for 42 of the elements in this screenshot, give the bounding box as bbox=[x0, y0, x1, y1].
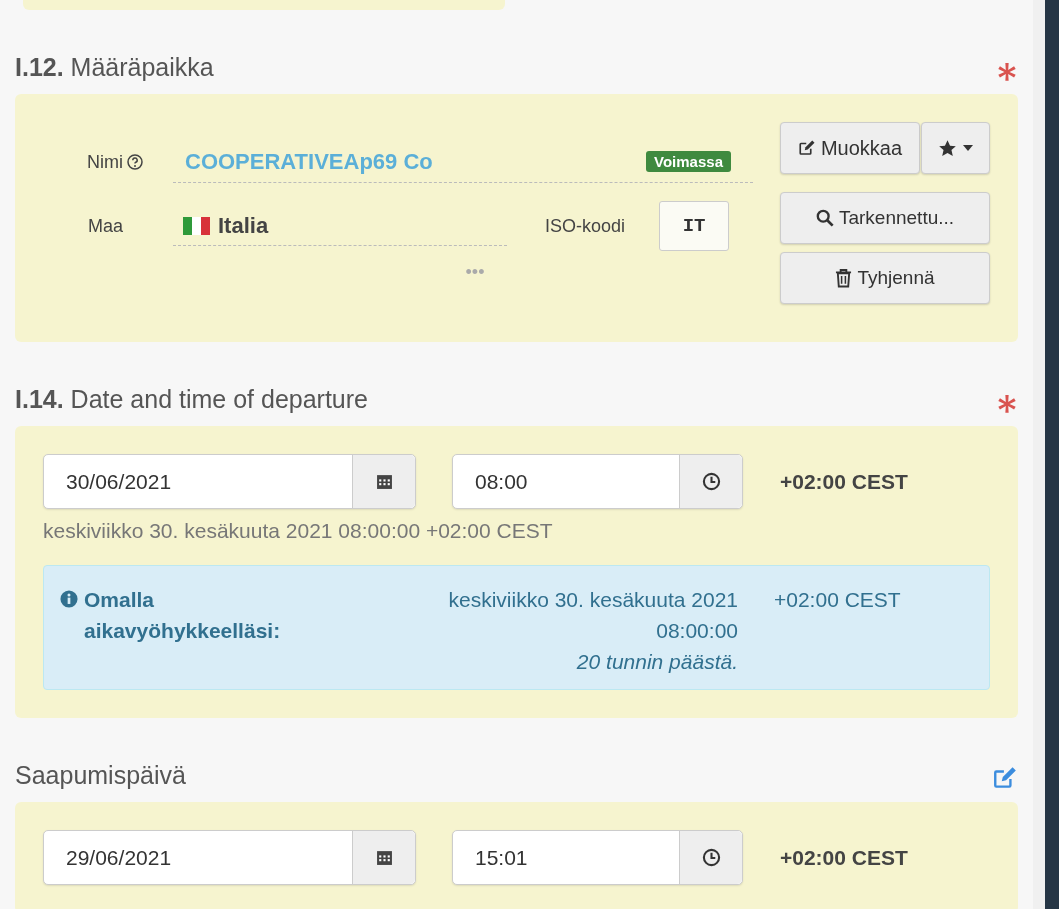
field-label: ISO-koodi bbox=[545, 215, 626, 237]
star-icon bbox=[938, 138, 957, 158]
edit-icon[interactable] bbox=[992, 765, 1018, 791]
country-value: Italia bbox=[218, 212, 269, 239]
calendar-icon bbox=[375, 849, 393, 866]
help-icon[interactable] bbox=[127, 154, 143, 170]
time-input[interactable]: 15:01 bbox=[452, 830, 743, 885]
edit-button[interactable]: Muokkaa bbox=[780, 122, 920, 174]
iso-code-field: IT bbox=[659, 201, 730, 251]
search-icon bbox=[815, 209, 834, 227]
date-input[interactable]: 30/06/2021 bbox=[43, 454, 416, 509]
clock-icon bbox=[701, 848, 721, 867]
caret-icon bbox=[963, 145, 973, 151]
advanced-search-button[interactable]: Tarkennettu... bbox=[780, 192, 990, 244]
calendar-button[interactable] bbox=[352, 455, 415, 508]
clock-icon bbox=[701, 472, 721, 491]
favorite-dropdown-button[interactable] bbox=[921, 122, 990, 174]
calendar-icon bbox=[375, 473, 393, 490]
flag-icon bbox=[183, 216, 210, 235]
field-label: Nimi bbox=[86, 151, 123, 173]
timezone-label: +02:00 CEST bbox=[780, 845, 908, 870]
clock-button[interactable] bbox=[679, 455, 742, 508]
info-label: Omalla aikavyöhykkeelläsi: bbox=[84, 587, 282, 644]
date-input[interactable]: 29/06/2021 bbox=[43, 830, 416, 885]
datetime-summary: keskiviikko 30. kesäkuuta 2021 08:00:00 +02:00 CEST bbox=[43, 519, 554, 543]
status-badge: Voimassa bbox=[646, 151, 731, 172]
relative-time: 20 tunnin päästä. bbox=[576, 649, 738, 675]
clock-button[interactable] bbox=[679, 831, 742, 884]
section-title: Saapumispäivä bbox=[15, 760, 186, 790]
edit-icon bbox=[797, 139, 816, 157]
info-icon bbox=[60, 590, 78, 608]
calendar-button[interactable] bbox=[352, 831, 415, 884]
field-label: Maa bbox=[87, 215, 123, 237]
timezone-label: +02:00 CEST bbox=[780, 469, 908, 494]
trash-icon bbox=[835, 268, 853, 288]
section-title: I.12. Määräpaikka bbox=[15, 52, 214, 82]
section-title: I.14. Date and time of departure bbox=[15, 384, 368, 414]
time-input[interactable]: 08:00 bbox=[452, 454, 743, 509]
clear-button[interactable]: Tyhjennä bbox=[780, 252, 990, 304]
local-time: 08:00:00 bbox=[656, 618, 738, 644]
local-timezone: +02:00 CEST bbox=[774, 588, 901, 611]
local-date: keskiviikko 30. kesäkuuta 2021 bbox=[448, 587, 738, 613]
